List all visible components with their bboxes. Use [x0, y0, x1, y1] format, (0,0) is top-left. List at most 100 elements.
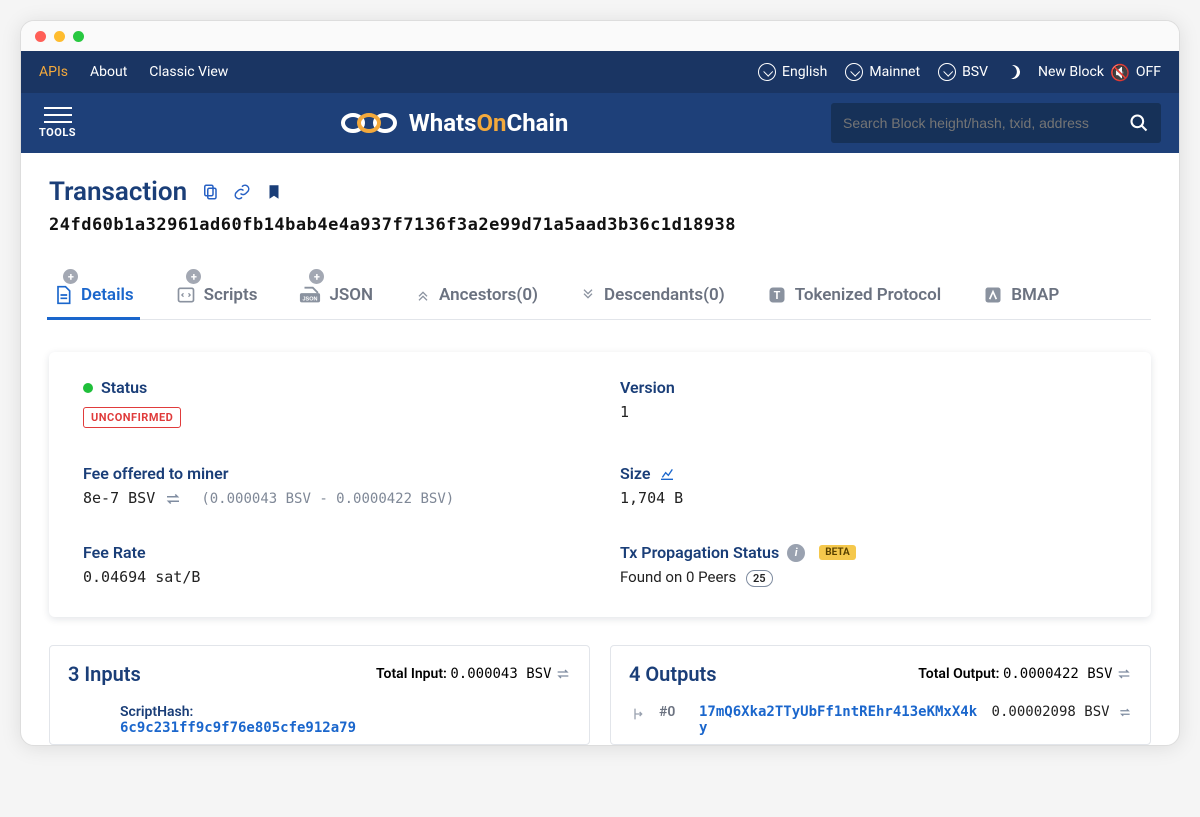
brand-logo[interactable]: WhatsOnChain	[339, 109, 569, 137]
propagation-label: Tx Propagation Status	[620, 543, 779, 562]
tools-label: TOOLS	[39, 126, 76, 139]
output-index: #0	[659, 704, 685, 736]
language-label: English	[782, 64, 827, 80]
tab-tokenized[interactable]: T Tokenized Protocol	[765, 275, 944, 319]
chevron-down-icon	[938, 63, 956, 81]
tab-bar: Details Scripts JSON JSON Ancestors(0) D…	[49, 275, 1151, 320]
tab-json[interactable]: JSON JSON	[297, 275, 375, 319]
maximize-window-button[interactable]	[73, 31, 84, 42]
language-dropdown[interactable]: English	[758, 63, 827, 81]
browser-window: APIs About Classic View English Mainnet …	[20, 20, 1180, 746]
nav-about[interactable]: About	[90, 64, 127, 80]
tab-details[interactable]: Details	[51, 275, 136, 319]
minimize-window-button[interactable]	[54, 31, 65, 42]
chart-icon[interactable]	[659, 466, 675, 482]
dark-mode-icon[interactable]	[1004, 63, 1021, 80]
scripthash-link[interactable]: 6c9c231ff9c9f76e805cfe912a79	[120, 720, 571, 736]
tab-descendants[interactable]: Descendants(0)	[578, 275, 727, 319]
page-title: Transaction	[49, 177, 187, 207]
nav-apis[interactable]: APIs	[39, 64, 68, 80]
output-arrow-icon	[629, 704, 645, 736]
search-bar[interactable]	[831, 103, 1161, 143]
close-window-button[interactable]	[35, 31, 46, 42]
info-icon[interactable]: i	[787, 544, 805, 562]
field-feerate: Fee Rate 0.04694 sat/B	[83, 543, 580, 587]
tab-scripts[interactable]: Scripts	[174, 275, 260, 319]
link-icon[interactable]	[233, 183, 251, 201]
nav-classic-view[interactable]: Classic View	[149, 64, 228, 80]
chain-logo-icon	[339, 109, 399, 137]
tools-menu-button[interactable]: TOOLS	[39, 107, 76, 139]
status-dot-icon	[83, 383, 93, 393]
tab-label: Scripts	[204, 285, 258, 305]
version-value: 1	[620, 403, 1117, 421]
input-row: ScriptHash: 6c9c231ff9c9f76e805cfe912a79	[68, 704, 571, 736]
search-input[interactable]	[843, 115, 1129, 131]
chevron-down-icon	[758, 63, 776, 81]
fee-value: 8e-7 BSV	[83, 489, 155, 507]
tab-label: Tokenized Protocol	[795, 285, 942, 305]
coin-dropdown[interactable]: BSV	[938, 63, 988, 81]
hamburger-icon	[44, 107, 72, 123]
search-icon[interactable]	[1129, 113, 1149, 133]
chevron-down-icon	[845, 63, 863, 81]
network-dropdown[interactable]: Mainnet	[845, 63, 920, 81]
outputs-box: 4 Outputs Total Output: 0.0000422 BSV #0…	[610, 645, 1151, 745]
code-icon	[176, 285, 196, 305]
document-icon	[53, 285, 73, 305]
tab-label: JSON	[329, 285, 373, 305]
tab-label: Descendants(0)	[604, 285, 725, 305]
json-icon: JSON	[299, 285, 321, 305]
fee-detail: (0.000043 BSV - 0.0000422 BSV)	[201, 491, 454, 507]
size-label: Size	[620, 464, 651, 483]
tab-label: BMAP	[1011, 285, 1059, 305]
svg-text:T: T	[773, 289, 780, 302]
brand-on: On	[477, 109, 507, 137]
page-content: Transaction 24fd60b1a32961ad60fb14bab4e4…	[21, 153, 1179, 745]
status-badge: UNCONFIRMED	[83, 407, 181, 428]
outputs-total-label: Total Output:	[918, 666, 999, 682]
feerate-label: Fee Rate	[83, 543, 146, 562]
swap-icon[interactable]	[555, 668, 571, 680]
output-amount: 0.00002098 BSV	[992, 704, 1110, 720]
details-card: Status UNCONFIRMED Version 1 Fee offered…	[49, 352, 1151, 617]
network-label: Mainnet	[869, 64, 920, 80]
coin-label: BSV	[962, 64, 988, 80]
tab-bmap[interactable]: BMAP	[981, 275, 1061, 319]
main-header: TOOLS WhatsOnChain	[21, 93, 1179, 153]
pin-icon[interactable]	[60, 266, 81, 287]
fee-label: Fee offered to miner	[83, 464, 228, 483]
inputs-title: 3 Inputs	[68, 662, 141, 686]
version-label: Version	[620, 378, 675, 397]
inputs-total-value: 0.000043 BSV	[450, 666, 551, 682]
field-fee: Fee offered to miner 8e-7 BSV (0.000043 …	[83, 464, 580, 507]
output-address-link[interactable]: 17mQ6Xka2TTyUbFf1ntREhr413eKMxX4ky	[699, 704, 978, 736]
outputs-total-value: 0.0000422 BSV	[1003, 666, 1113, 682]
field-propagation: Tx Propagation Status i BETA Found on 0 …	[620, 543, 1117, 587]
brand-whats: Whats	[409, 109, 477, 137]
top-nav: APIs About Classic View English Mainnet …	[21, 51, 1179, 93]
sound-state: OFF	[1136, 64, 1161, 80]
tab-ancestors[interactable]: Ancestors(0)	[413, 275, 540, 319]
pin-icon[interactable]	[306, 266, 327, 287]
tab-label: Details	[81, 285, 134, 305]
new-block-label: New Block	[1038, 64, 1104, 80]
bmap-icon	[983, 285, 1003, 305]
copy-icon[interactable]	[201, 183, 219, 201]
sound-off-icon: 🔇	[1110, 63, 1130, 82]
pin-icon[interactable]	[183, 266, 204, 287]
swap-icon[interactable]	[1118, 707, 1132, 718]
feerate-value: 0.04694 sat/B	[83, 568, 580, 586]
field-version: Version 1	[620, 378, 1117, 428]
swap-icon[interactable]	[164, 492, 182, 506]
io-section: 3 Inputs Total Input: 0.000043 BSV Scrip…	[49, 645, 1151, 745]
bookmark-icon[interactable]	[265, 183, 283, 201]
brand-chain: Chain	[507, 109, 569, 137]
outputs-title: 4 Outputs	[629, 662, 716, 686]
token-icon: T	[767, 285, 787, 305]
output-row: #0 17mQ6Xka2TTyUbFf1ntREhr413eKMxX4ky 0.…	[629, 704, 1132, 736]
new-block-sound-toggle[interactable]: New Block 🔇 OFF	[1038, 63, 1161, 82]
swap-icon[interactable]	[1116, 668, 1132, 680]
svg-text:JSON: JSON	[303, 297, 318, 303]
inputs-total-label: Total Input:	[376, 666, 447, 682]
